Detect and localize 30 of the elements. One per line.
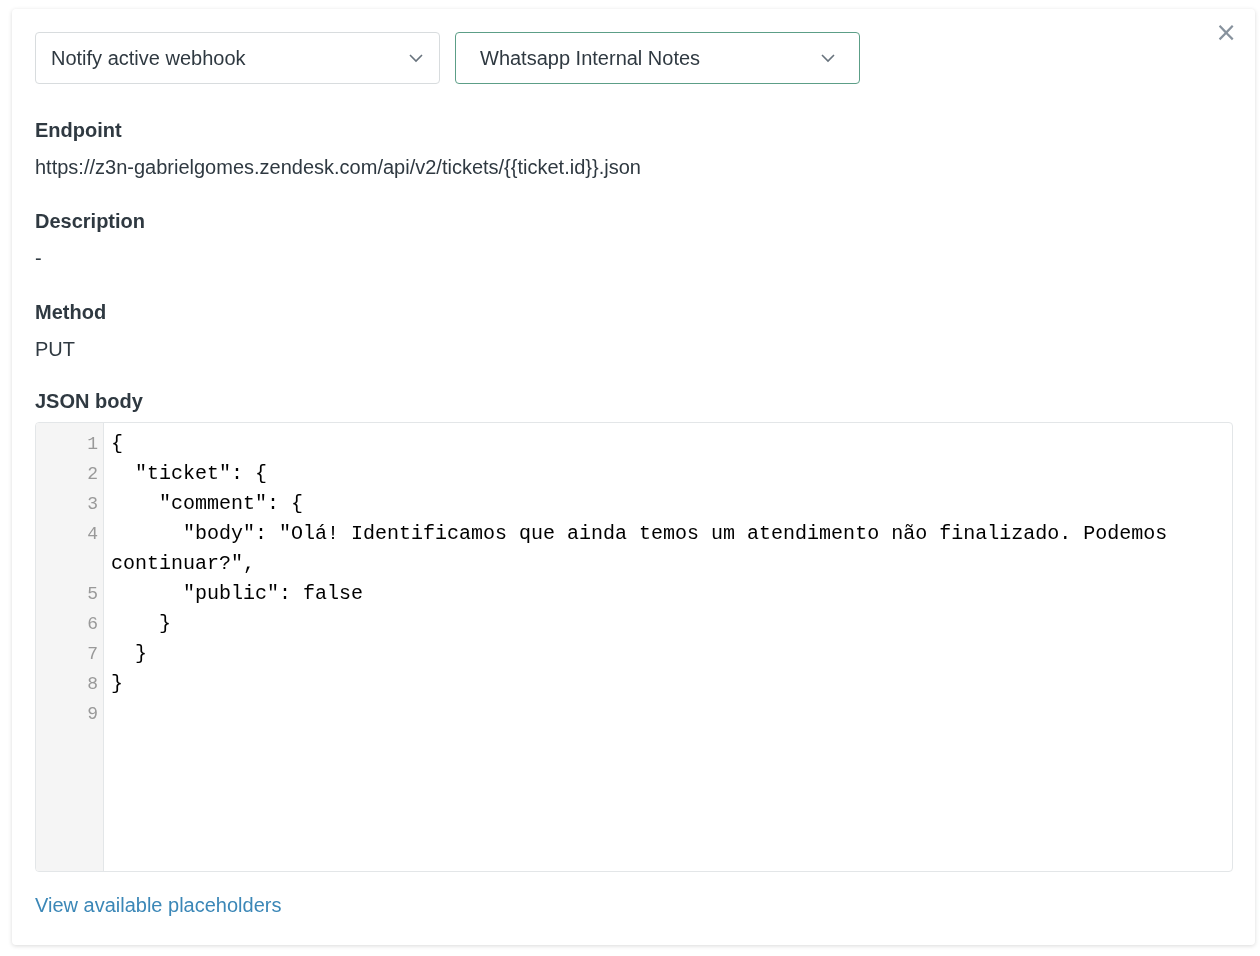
code-line: } <box>111 671 123 697</box>
chevron-down-icon <box>821 53 835 63</box>
line-number: 6 <box>86 613 99 636</box>
field-label: Description <box>35 209 147 233</box>
line-number: 4 <box>86 523 99 546</box>
dropdown-select[interactable]: Whatsapp Internal Notes <box>455 32 860 84</box>
dropdown-select[interactable]: Notify active webhook <box>35 32 440 84</box>
line-number: 7 <box>86 643 99 666</box>
field-label: JSON body <box>35 389 144 413</box>
code-line: { <box>111 431 123 457</box>
placeholders-link[interactable]: View available placeholders <box>35 894 282 917</box>
line-number: 9 <box>86 703 99 726</box>
line-number: 5 <box>86 583 99 606</box>
code-line: } <box>134 641 148 667</box>
code-line: "body": "Olá! Identificamos que ainda temos um atendimento não finalizado. Podemos continuar?", <box>111 521 1169 577</box>
field-value: https://z3n-gabrielgomes.zendesk.com/api/v2/tickets/{{ticket.id}}.json <box>35 155 642 179</box>
code-editor[interactable]: 1 { 2 "ticket": { 3 "comment": { 4 "body": "Olá! Identificamos que ainda temos um atendimento não finalizado. Podemos continuar?", 5 "public": false 6 } 7 } 8 } 9 <box>35 422 1233 872</box>
code-line: } <box>158 611 172 637</box>
code-line: "public": false <box>182 581 364 607</box>
line-number: 8 <box>86 673 99 696</box>
line-number: 3 <box>86 493 99 516</box>
code-line: "ticket": { <box>134 461 268 487</box>
field-label: Method <box>35 300 108 324</box>
field-value: - <box>35 246 43 270</box>
field-value: PUT <box>35 337 76 361</box>
chevron-down-icon <box>409 53 423 63</box>
line-number: 1 <box>86 433 99 456</box>
code-line: "comment": { <box>158 491 304 517</box>
line-number: 2 <box>86 463 99 486</box>
field-label: Endpoint <box>35 118 123 142</box>
